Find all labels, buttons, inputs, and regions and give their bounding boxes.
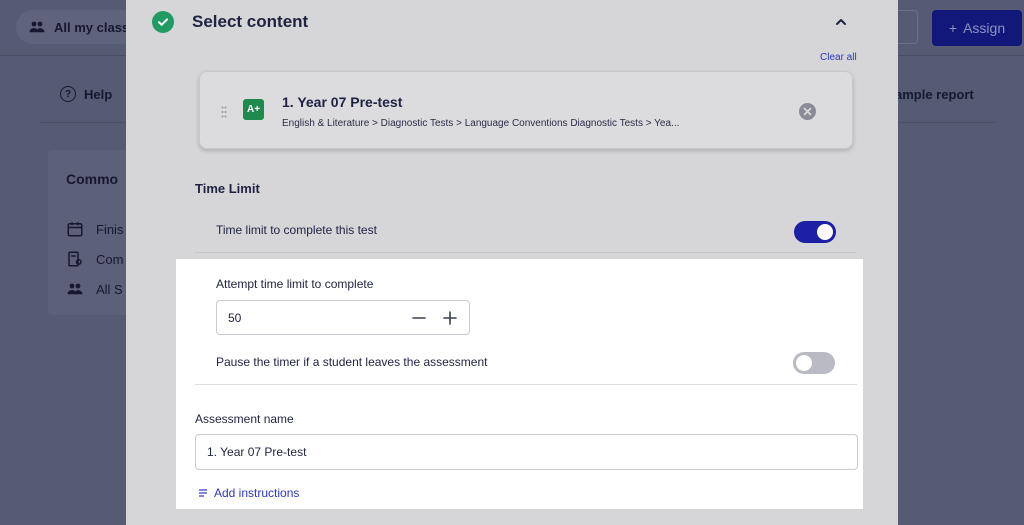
close-icon	[803, 107, 812, 116]
clear-all-link[interactable]: Clear all	[820, 52, 857, 63]
select-content-modal: Select content Clear all A+ 1. Year 07 P…	[126, 0, 898, 525]
time-limit-toggle[interactable]	[794, 221, 836, 243]
card-item-label: Finis	[96, 221, 124, 237]
card-item-compare[interactable]: Com	[66, 250, 123, 268]
pause-timer-label: Pause the timer if a student leaves the …	[216, 355, 488, 369]
help-icon: ?	[60, 86, 76, 102]
help-label: Help	[84, 86, 113, 102]
assign-button[interactable]: + Assign	[932, 10, 1022, 46]
calendar-icon	[67, 222, 83, 237]
users-icon	[67, 283, 83, 295]
report-icon	[68, 251, 82, 267]
card-item-finished[interactable]: Finis	[66, 220, 123, 238]
content-title: 1. Year 07 Pre-test	[282, 94, 403, 110]
lines-icon	[199, 489, 207, 497]
remove-content-button[interactable]	[799, 103, 816, 120]
card-item-label: Com	[96, 251, 124, 267]
pause-timer-toggle[interactable]	[793, 352, 835, 374]
toggle-knob	[817, 224, 833, 240]
assessment-name-input[interactable]	[195, 434, 858, 470]
attempt-time-limit-label: Attempt time limit to complete	[216, 277, 374, 291]
toggle-knob	[796, 355, 812, 371]
assign-label: Assign	[963, 20, 1006, 36]
plus-icon: +	[948, 20, 958, 36]
time-limit-toggle-label: Time limit to complete this test	[216, 223, 377, 237]
help-link[interactable]: ? Help	[60, 86, 112, 102]
content-path: English & Literature > Diagnostic Tests …	[282, 118, 680, 129]
time-limit-settings-panel: Attempt time limit to complete 50 Pause …	[176, 259, 863, 509]
divider	[195, 384, 857, 385]
card-item-label: All S	[96, 281, 123, 297]
attempt-time-limit-stepper[interactable]: 50	[216, 300, 470, 335]
add-instructions-label: Add instructions	[214, 486, 300, 500]
assessment-name-label: Assessment name	[195, 412, 294, 426]
selected-content-card[interactable]: A+ 1. Year 07 Pre-test English & Literat…	[199, 71, 853, 149]
test-icon: A+	[243, 99, 264, 120]
drag-handle-icon[interactable]	[221, 106, 227, 118]
attempt-time-limit-value[interactable]: 50	[228, 311, 241, 325]
modal-header: Select content	[152, 11, 308, 33]
add-instructions-link[interactable]: Add instructions	[198, 486, 299, 500]
card-item-all-students[interactable]: All S	[66, 280, 123, 298]
divider	[195, 252, 856, 253]
plus-icon[interactable]	[442, 310, 458, 326]
chevron-up-icon[interactable]	[834, 15, 848, 29]
minus-icon[interactable]	[411, 310, 427, 326]
modal-title: Select content	[192, 12, 309, 31]
common-card-title: Commo	[66, 171, 119, 187]
check-circle-icon	[152, 11, 174, 33]
sample-report-link[interactable]: ample report	[895, 87, 974, 102]
users-icon	[29, 21, 45, 33]
time-limit-title: Time Limit	[195, 181, 260, 196]
